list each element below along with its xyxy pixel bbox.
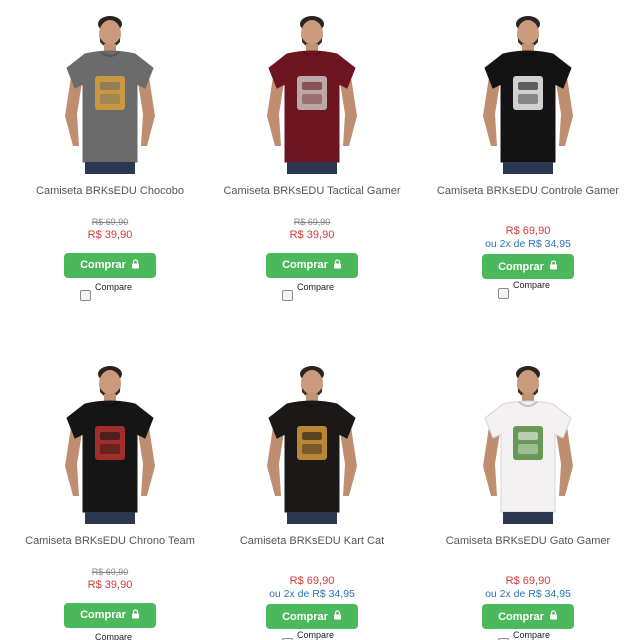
compare-option: Compare [428,280,628,300]
current-price: R$ 69,90 [505,575,551,587]
buy-button[interactable]: Comprar [266,604,358,629]
product-name[interactable]: Camiseta BRKsEDU Kart Cat [212,534,412,564]
compare-option: Compare [212,630,412,640]
lock-icon [549,610,558,623]
buy-button-label: Comprar [80,609,126,621]
buy-button-label: Comprar [80,259,126,271]
product-image[interactable] [45,356,175,524]
buy-button[interactable]: Comprar [482,604,574,629]
current-price: R$ 39,90 [87,229,133,241]
product-name[interactable]: Camiseta BRKsEDU Tactical Gamer [212,184,412,214]
lock-icon [549,260,558,273]
current-price: R$ 69,90 [505,225,551,237]
product-name[interactable]: Camiseta BRKsEDU Gato Gamer [428,534,628,564]
lock-icon [131,608,140,622]
installment-price: ou 2x de R$ 34,95 [485,238,571,250]
product-image[interactable] [247,356,377,524]
product-card: Camiseta BRKsEDU Chocobo R$ 69,90 R$ 39,… [10,6,210,302]
compare-option: Compare [10,632,210,640]
lock-icon [333,610,342,623]
buy-button[interactable]: Comprar [64,252,156,278]
compare-label[interactable]: Compare [513,630,550,640]
product-card: Camiseta BRKsEDU Gato Gamer R$ 69,90 ou … [428,356,628,640]
compare-option: Compare [10,282,210,302]
current-price: R$ 69,90 [289,575,335,587]
old-price: R$ 69,90 [91,217,129,227]
buy-button-label: Comprar [498,610,544,623]
lock-icon [131,258,140,272]
compare-checkbox[interactable] [282,289,293,301]
product-name[interactable]: Camiseta BRKsEDU Chocobo [10,184,210,214]
compare-checkbox[interactable] [498,288,509,299]
product-image[interactable] [463,356,593,524]
compare-label[interactable]: Compare [297,282,334,292]
product-name[interactable]: Camiseta BRKsEDU Chrono Team [10,534,210,564]
installment-price: ou 2x de R$ 34,95 [269,588,355,600]
old-price: R$ 69,90 [91,567,129,577]
product-card: Camiseta BRKsEDU Chrono Team R$ 69,90 R$… [10,356,210,640]
buy-button[interactable]: Comprar [482,254,574,279]
installment-price: ou 2x de R$ 34,95 [485,588,571,600]
buy-button-label: Comprar [498,260,544,273]
product-card: Camiseta BRKsEDU Controle Gamer R$ 69,90… [428,6,628,300]
product-card: Camiseta BRKsEDU Tactical Gamer R$ 69,90… [212,6,412,302]
compare-checkbox[interactable] [80,289,91,301]
buy-button[interactable]: Comprar [266,252,358,278]
buy-button-label: Comprar [282,610,328,623]
product-name[interactable]: Camiseta BRKsEDU Controle Gamer [428,184,628,214]
buy-button[interactable]: Comprar [64,602,156,628]
product-image[interactable] [463,6,593,174]
compare-label[interactable]: Compare [95,282,132,292]
lock-icon [333,258,342,272]
product-card: Camiseta BRKsEDU Kart Cat R$ 69,90 ou 2x… [212,356,412,640]
compare-label[interactable]: Compare [297,630,334,640]
current-price: R$ 39,90 [289,229,335,241]
buy-button-label: Comprar [282,259,328,271]
compare-label[interactable]: Compare [95,632,132,640]
product-grid: Camiseta BRKsEDU Chocobo R$ 69,90 R$ 39,… [0,0,640,640]
compare-label[interactable]: Compare [513,280,550,290]
current-price: R$ 39,90 [87,579,133,591]
compare-option: Compare [428,630,628,640]
old-price: R$ 69,90 [293,217,331,227]
compare-option: Compare [212,282,412,302]
product-image[interactable] [247,6,377,174]
product-image[interactable] [45,6,175,174]
